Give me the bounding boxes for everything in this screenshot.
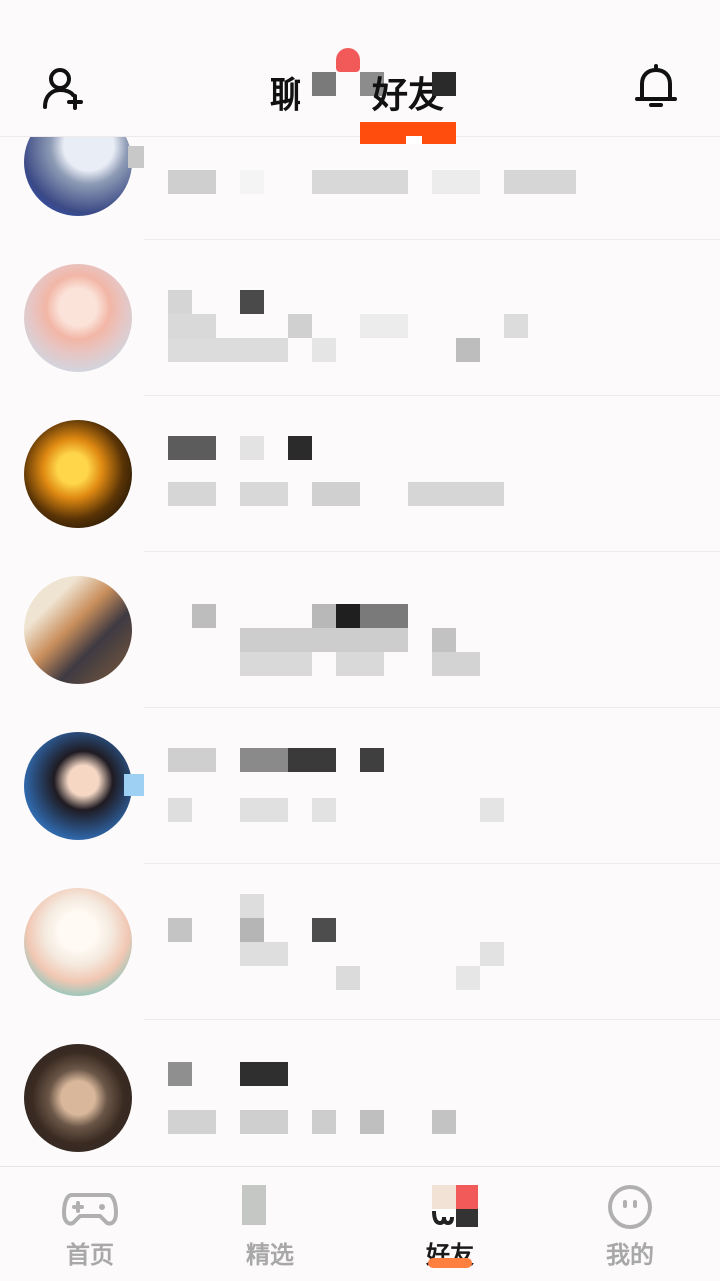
- redacted-status: [288, 314, 312, 338]
- redacted-name: [288, 436, 312, 460]
- smiley-icon: [608, 1185, 652, 1229]
- featured-icon: [242, 1185, 266, 1225]
- redacted-status: [240, 798, 288, 822]
- redacted-status: [504, 314, 528, 338]
- redacted-name: [360, 748, 384, 772]
- friend-row[interactable]: [0, 240, 720, 396]
- nav-label: 首页: [66, 1241, 114, 1269]
- redacted-status: [168, 170, 216, 194]
- redacted-tab: [312, 72, 336, 96]
- top-bar: 聊天 好友: [0, 0, 720, 144]
- friend-row[interactable]: [0, 864, 720, 1020]
- gamepad-icon: [62, 1193, 118, 1226]
- redacted-status: [360, 314, 408, 338]
- nav-me[interactable]: 我的: [540, 1167, 720, 1281]
- redacted-name: [240, 894, 264, 918]
- avatar[interactable]: [24, 1044, 132, 1152]
- redacted-name: [240, 918, 264, 942]
- bell-icon[interactable]: [634, 64, 678, 110]
- redacted-name: [240, 436, 264, 460]
- friends-icon: [432, 1185, 478, 1227]
- redacted-name: [288, 748, 336, 772]
- redacted-name: [168, 918, 192, 942]
- redacted-name: [128, 146, 144, 168]
- bottom-nav: 首页 精选 好友 我的: [0, 1166, 720, 1281]
- redacted-status: [312, 798, 336, 822]
- tab-badge: [336, 48, 360, 72]
- redacted-status: [240, 482, 288, 506]
- redacted-status: [168, 798, 192, 822]
- redacted-status: [240, 1110, 288, 1134]
- nav-featured[interactable]: 精选: [180, 1167, 360, 1281]
- avatar[interactable]: [24, 264, 132, 372]
- redacted-status: [432, 628, 456, 652]
- nav-label: 我的: [606, 1241, 654, 1269]
- active-nav-indicator: [428, 1258, 472, 1268]
- redacted-status: [336, 966, 360, 990]
- redacted-name: [336, 604, 360, 628]
- avatar[interactable]: [24, 888, 132, 996]
- friend-row[interactable]: [0, 1020, 720, 1176]
- redacted-status: [480, 942, 504, 966]
- redacted-name: [168, 1062, 192, 1086]
- redacted-name: [168, 748, 216, 772]
- redacted-status: [240, 652, 312, 676]
- redacted-name: [312, 918, 336, 942]
- redacted-status: [312, 1110, 336, 1134]
- friend-list: [0, 0, 720, 1168]
- redacted-name: [124, 774, 144, 796]
- redacted-status: [240, 942, 288, 966]
- redacted-status: [456, 338, 480, 362]
- redacted-status: [168, 314, 216, 338]
- nav-label: 精选: [246, 1241, 294, 1269]
- redacted-status: [408, 482, 504, 506]
- redacted-name: [240, 290, 264, 314]
- avatar[interactable]: [24, 576, 132, 684]
- redacted-status: [312, 482, 360, 506]
- tab-chat[interactable]: 聊天: [270, 66, 300, 118]
- redacted-status: [432, 652, 480, 676]
- redacted-status: [432, 1110, 456, 1134]
- redacted-status: [504, 170, 576, 194]
- redacted-name: [360, 604, 408, 628]
- redacted-status: [240, 170, 264, 194]
- redacted-status: [456, 966, 480, 990]
- top-tabs: 聊天 好友: [0, 60, 720, 120]
- friend-row[interactable]: [0, 552, 720, 708]
- redacted-status: [168, 338, 288, 362]
- redacted-status: [432, 170, 480, 194]
- redacted-status: [312, 170, 408, 194]
- avatar[interactable]: [24, 732, 132, 840]
- redacted-name: [240, 1062, 288, 1086]
- redacted-name: [168, 436, 216, 460]
- redacted-status: [360, 1110, 384, 1134]
- redacted-status: [480, 798, 504, 822]
- friend-row[interactable]: [0, 396, 720, 552]
- redacted-name: [312, 604, 336, 628]
- redacted-status: [168, 482, 216, 506]
- redacted-status: [240, 628, 408, 652]
- nav-home[interactable]: 首页: [0, 1167, 180, 1281]
- friend-row[interactable]: [0, 708, 720, 864]
- avatar[interactable]: [24, 420, 132, 528]
- redacted-name: [192, 604, 216, 628]
- redacted-status: [168, 1110, 216, 1134]
- redacted-name: [240, 748, 288, 772]
- redacted-status: [312, 338, 336, 362]
- active-tab-indicator: [360, 122, 456, 144]
- redacted-name: [168, 290, 192, 314]
- redacted-tab: [432, 72, 456, 96]
- redacted-status: [336, 652, 384, 676]
